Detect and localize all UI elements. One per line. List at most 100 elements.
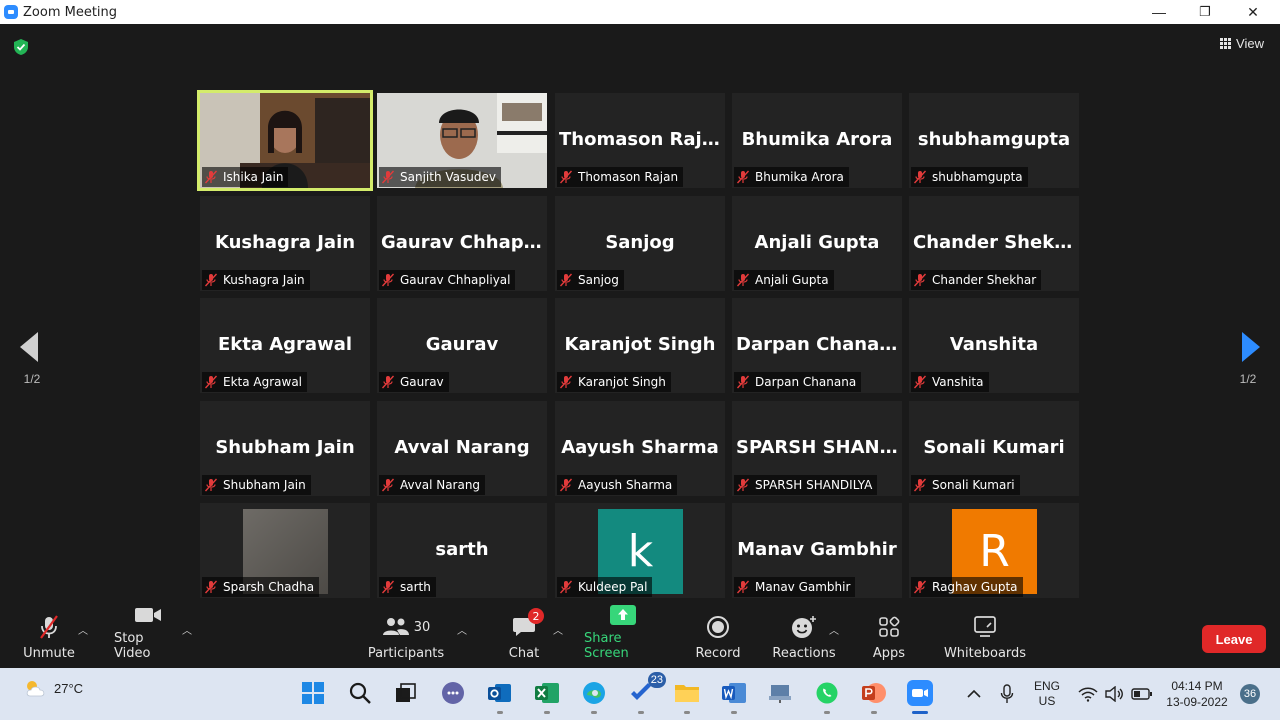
participant-tile[interactable]: Ekta Agrawal Ekta Agrawal bbox=[200, 298, 370, 393]
clock-date: 13-09-2022 bbox=[1166, 695, 1228, 709]
chat-button[interactable]: 2 Chat bbox=[506, 608, 544, 668]
muted-mic-icon bbox=[204, 375, 218, 389]
excel-icon[interactable] bbox=[534, 680, 560, 714]
search-icon[interactable] bbox=[347, 680, 373, 706]
muted-mic-icon bbox=[381, 375, 395, 389]
taskbar-clock[interactable]: 04:14 PM 13-09-2022 bbox=[1162, 678, 1232, 710]
participant-tile[interactable]: Shubham Jain Shubham Jain bbox=[200, 401, 370, 496]
whiteboards-button[interactable]: Whiteboards bbox=[944, 612, 1026, 668]
teams-chat-icon[interactable] bbox=[440, 680, 466, 706]
maximize-button[interactable]: ❐ bbox=[1182, 0, 1228, 24]
muted-mic-icon bbox=[913, 375, 927, 389]
participant-tile[interactable]: Gaurav Chhapliyal Gaurav Chhapliyal bbox=[377, 196, 547, 291]
participant-tile[interactable]: Sanjith Vasudev bbox=[377, 93, 547, 188]
participant-tile[interactable]: shubhamgupta shubhamgupta bbox=[909, 93, 1079, 188]
reactions-options-caret-icon[interactable]: ︿ bbox=[829, 622, 839, 637]
zoom-taskbar-icon[interactable] bbox=[907, 680, 933, 714]
todo-tasks-icon[interactable]: 23 bbox=[628, 672, 666, 714]
zoom-running-indicator bbox=[912, 711, 928, 714]
battery-icon[interactable] bbox=[1131, 668, 1153, 720]
meeting-area: View 1/2 1/2 Ishika Jain Sanjith Vasudev T… bbox=[0, 24, 1280, 612]
participant-tile[interactable]: Bhumika Arora Bhumika Arora bbox=[732, 93, 902, 188]
participant-tile[interactable]: Chander Shekhar Chander Shekhar bbox=[909, 196, 1079, 291]
share-screen-icon bbox=[610, 605, 636, 625]
participant-name-label: Chander Shekhar bbox=[911, 270, 1042, 290]
show-hidden-icons-chevron-icon[interactable] bbox=[966, 668, 982, 720]
participant-tile[interactable]: Vanshita Vanshita bbox=[909, 298, 1079, 393]
word-icon[interactable] bbox=[721, 680, 747, 714]
participants-options-caret-icon[interactable]: ︿ bbox=[457, 622, 467, 637]
record-label: Record bbox=[695, 646, 741, 661]
apps-button[interactable]: Apps bbox=[872, 612, 906, 668]
audio-options-caret-icon[interactable]: ︿ bbox=[78, 622, 88, 637]
participant-tile[interactable]: Thomason Rajan Thomason Rajan bbox=[555, 93, 725, 188]
reactions-button[interactable]: Reactions bbox=[772, 612, 836, 668]
participant-tile[interactable]: Sanjog Sanjog bbox=[555, 196, 725, 291]
task-view-icon[interactable] bbox=[393, 680, 419, 706]
windows-start-icon[interactable] bbox=[300, 680, 326, 706]
weather-widget[interactable]: 27°C bbox=[22, 678, 83, 698]
participant-tile[interactable]: R Raghav Gupta bbox=[909, 503, 1079, 598]
participant-name: Gaurav bbox=[400, 375, 444, 389]
close-button[interactable]: ✕ bbox=[1230, 0, 1276, 24]
page-indicator-left: 1/2 bbox=[23, 372, 41, 386]
muted-mic-icon bbox=[736, 478, 750, 492]
muted-mic-icon bbox=[559, 375, 573, 389]
share-screen-button[interactable]: Share Screen bbox=[584, 605, 662, 668]
participant-name-label: Sanjog bbox=[557, 270, 624, 290]
participant-name: Aayush Sharma bbox=[578, 478, 673, 492]
participant-display-name: Gaurav bbox=[425, 334, 499, 355]
microphone-tray-icon[interactable] bbox=[1000, 668, 1014, 720]
whatsapp-icon[interactable] bbox=[814, 680, 840, 714]
view-label: View bbox=[1236, 35, 1264, 51]
chat-options-caret-icon[interactable]: ︿ bbox=[553, 622, 563, 637]
participant-tile[interactable]: Ishika Jain bbox=[197, 90, 373, 191]
clock-time: 04:14 PM bbox=[1171, 679, 1223, 693]
muted-mic-icon bbox=[381, 580, 395, 594]
participant-tile[interactable]: k Kuldeep Pal bbox=[555, 503, 725, 598]
participant-tile[interactable]: Anjali Gupta Anjali Gupta bbox=[732, 196, 902, 291]
muted-mic-icon bbox=[204, 170, 218, 184]
language-indicator[interactable]: ENG US bbox=[1034, 668, 1060, 720]
file-explorer-icon[interactable] bbox=[674, 680, 700, 714]
next-page-arrow-icon[interactable] bbox=[1242, 332, 1260, 362]
outlook-icon[interactable] bbox=[487, 680, 513, 714]
participant-tile[interactable]: SPARSH SHAND... SPARSH SHANDILYA bbox=[732, 401, 902, 496]
participant-display-name: SPARSH SHAND... bbox=[736, 437, 902, 458]
participant-name: Chander Shekhar bbox=[932, 273, 1037, 287]
participant-tile[interactable]: Aayush Sharma Aayush Sharma bbox=[555, 401, 725, 496]
participant-tile[interactable]: Kushagra Jain Kushagra Jain bbox=[200, 196, 370, 291]
powerpoint-icon[interactable] bbox=[861, 680, 887, 714]
participant-name: Vanshita bbox=[932, 375, 984, 389]
participant-tile[interactable]: Karanjot Singh Karanjot Singh bbox=[555, 298, 725, 393]
smiley-plus-icon bbox=[791, 614, 817, 640]
minimize-button[interactable]: — bbox=[1136, 0, 1182, 24]
edge-browser-icon[interactable] bbox=[581, 680, 607, 714]
participants-button[interactable]: 30 Participants bbox=[368, 612, 444, 668]
participant-tile[interactable]: sarth sarth bbox=[377, 503, 547, 598]
unmute-button[interactable]: Unmute bbox=[22, 612, 76, 668]
leave-button[interactable]: Leave bbox=[1202, 625, 1266, 653]
notification-count-badge[interactable]: 36 bbox=[1240, 684, 1260, 704]
record-button[interactable]: Record bbox=[696, 612, 740, 668]
video-options-caret-icon[interactable]: ︿ bbox=[182, 622, 192, 637]
participant-tile[interactable]: Darpan Chanana Darpan Chanana bbox=[732, 298, 902, 393]
windows-taskbar: 27°C 23 ENG US 04:14 PM 13-09-2022 36 bbox=[0, 668, 1280, 720]
stop-video-button[interactable]: Stop Video bbox=[114, 608, 182, 668]
edge-running-indicator bbox=[591, 711, 597, 714]
previous-page-arrow-icon[interactable] bbox=[20, 332, 38, 362]
wifi-icon[interactable] bbox=[1078, 668, 1098, 720]
stop-video-label: Stop Video bbox=[114, 631, 151, 661]
volume-icon[interactable] bbox=[1104, 668, 1124, 720]
participant-tile[interactable]: Manav Gambhir Manav Gambhir bbox=[732, 503, 902, 598]
participant-name: Sparsh Chadha bbox=[223, 580, 315, 594]
security-shield-icon[interactable] bbox=[13, 38, 29, 56]
muted-mic-icon bbox=[381, 478, 395, 492]
view-button[interactable]: View bbox=[1220, 32, 1264, 54]
participant-tile[interactable]: Sparsh Chadha bbox=[200, 503, 370, 598]
participant-tile[interactable]: Avval Narang Avval Narang bbox=[377, 401, 547, 496]
muted-mic-icon bbox=[381, 273, 395, 287]
participant-tile[interactable]: Gaurav Gaurav bbox=[377, 298, 547, 393]
network-drive-icon[interactable] bbox=[767, 680, 793, 706]
participant-tile[interactable]: Sonali Kumari Sonali Kumari bbox=[909, 401, 1079, 496]
